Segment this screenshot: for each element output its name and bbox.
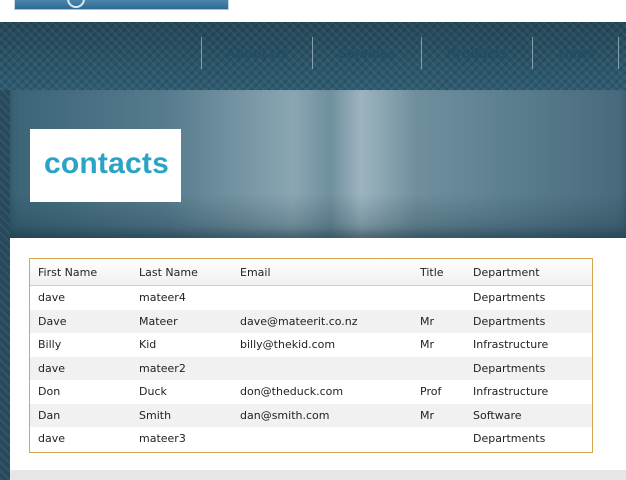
column-header-first-name[interactable]: First Name [38, 259, 97, 285]
contacts-table: First Name Last Name Email Title Departm… [29, 258, 593, 453]
table-row[interactable]: Billy Kid billy@thekid.com Mr Infrastruc… [30, 333, 592, 357]
nav-about-us[interactable]: About Us [202, 37, 312, 69]
cell-first-name: dave [38, 361, 66, 375]
cell-department: Departments [473, 361, 546, 375]
table-row[interactable]: Don Duck don@theduck.com Prof Infrastruc… [30, 380, 592, 404]
cell-email: dan@smith.com [240, 408, 330, 422]
page-title: contacts [44, 147, 169, 180]
cell-department: Infrastructure [473, 338, 549, 352]
cell-last-name: mateer3 [139, 432, 186, 446]
left-edge-pattern [0, 90, 10, 480]
cell-first-name: Dan [38, 408, 61, 422]
logo-mark-icon [67, 0, 85, 8]
cell-department: Departments [473, 432, 546, 446]
top-bar [0, 0, 626, 22]
table-header: First Name Last Name Email Title Departm… [30, 259, 592, 286]
column-header-last-name[interactable]: Last Name [139, 259, 198, 285]
table-row[interactable]: dave mateer4 Departments [30, 286, 592, 310]
column-header-email[interactable]: Email [240, 259, 271, 285]
cell-department: Departments [473, 314, 546, 328]
nav-separator [618, 37, 619, 69]
cell-first-name: Billy [38, 338, 62, 352]
column-header-department[interactable]: Department [473, 259, 540, 285]
cell-first-name: Don [38, 385, 61, 399]
cell-last-name: Duck [139, 385, 167, 399]
page-title-box: contacts [30, 129, 181, 202]
nav-products[interactable]: Products [422, 37, 532, 69]
table-row[interactable]: dave mateer2 Departments [30, 356, 592, 380]
cell-first-name: Dave [38, 314, 67, 328]
table-row[interactable]: Dan Smith dan@smith.com Mr Software [30, 403, 592, 427]
nav-news[interactable]: News [533, 37, 621, 69]
cell-department: Departments [473, 291, 546, 305]
cell-department: Infrastructure [473, 385, 549, 399]
cell-last-name: Smith [139, 408, 172, 422]
cell-last-name: Mateer [139, 314, 178, 328]
cell-title: Mr [420, 314, 435, 328]
cell-last-name: mateer4 [139, 291, 186, 305]
nav-services[interactable]: Services [313, 37, 421, 69]
cell-last-name: Kid [139, 338, 157, 352]
cell-title: Mr [420, 338, 435, 352]
cell-title: Mr [420, 408, 435, 422]
cell-first-name: dave [38, 291, 66, 305]
cell-title: Prof [420, 385, 442, 399]
table-row[interactable]: dave mateer3 Departments [30, 427, 592, 451]
cell-last-name: mateer2 [139, 361, 186, 375]
cell-email: don@theduck.com [240, 385, 344, 399]
column-header-title[interactable]: Title [420, 259, 444, 285]
cell-email: dave@mateerit.co.nz [240, 314, 358, 328]
cell-email: billy@thekid.com [240, 338, 336, 352]
table-row[interactable]: Dave Mateer dave@mateerit.co.nz Mr Depar… [30, 309, 592, 333]
cell-first-name: dave [38, 432, 66, 446]
cell-department: Software [473, 408, 522, 422]
site-logo[interactable] [14, 0, 229, 10]
footer-strip [10, 470, 626, 480]
